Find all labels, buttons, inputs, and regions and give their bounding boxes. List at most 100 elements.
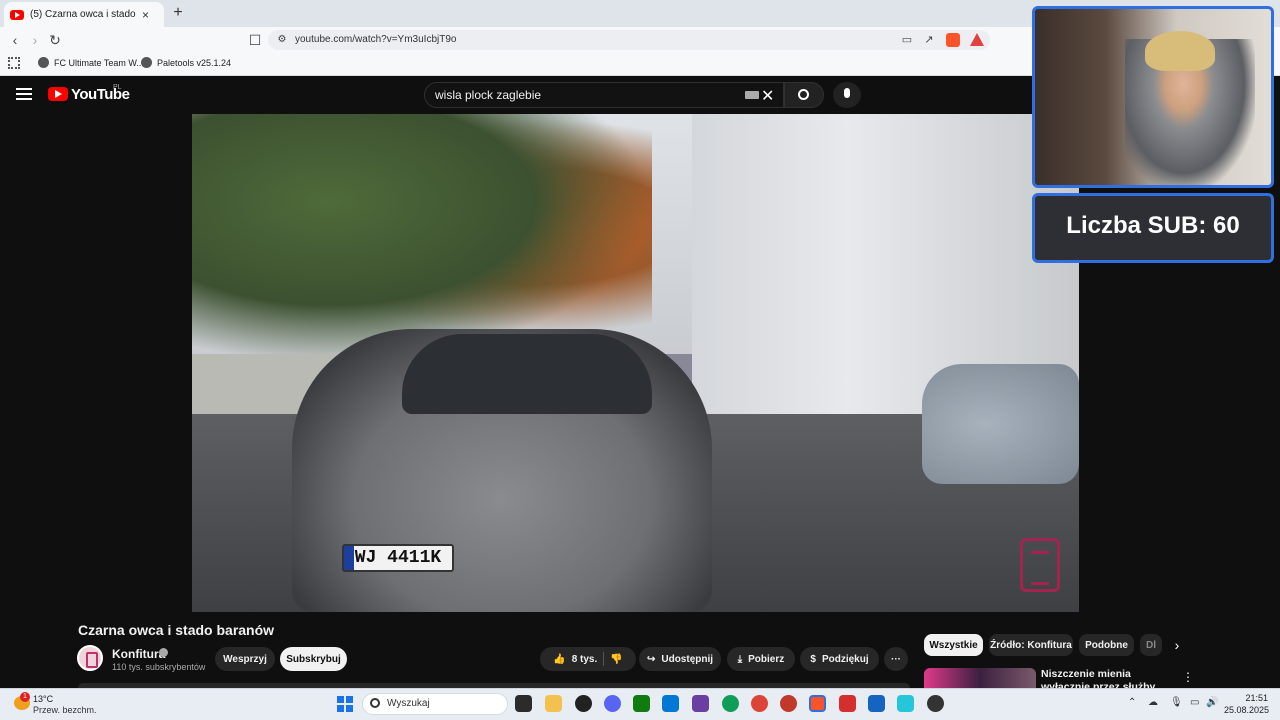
temperature: 13°C: [33, 694, 54, 704]
chip-source[interactable]: Źródło: Konfitura: [989, 634, 1073, 656]
volume-icon[interactable]: 🔊: [1206, 697, 1218, 708]
sub-counter-text: Liczba SUB: 60: [1066, 212, 1240, 239]
microphone-icon: [844, 88, 850, 98]
search-icon: [370, 698, 380, 708]
xbox-icon[interactable]: [633, 695, 650, 712]
clapper-app-icon[interactable]: [692, 695, 709, 712]
country-code: PL: [113, 84, 122, 91]
download-button[interactable]: ⤓ Pobierz: [727, 647, 795, 671]
webcam-overlay: [1032, 6, 1274, 188]
obs-icon[interactable]: [927, 695, 944, 712]
back-icon[interactable]: ‹: [6, 31, 24, 49]
like-dislike-group[interactable]: 👍 8 tys. 👎: [540, 647, 636, 671]
download-icon: ⤓: [737, 653, 743, 665]
opera-icon[interactable]: [780, 695, 797, 712]
share-label: Udostępnij: [661, 653, 714, 665]
subscriber-count: 110 tys. subskrybentów: [112, 662, 206, 672]
edge-icon[interactable]: [722, 695, 739, 712]
related-video-title[interactable]: Niszczenie mienia wyłącznie przez służby…: [1041, 668, 1171, 688]
license-plate: WJ 4411K: [342, 544, 454, 572]
verified-icon: [159, 648, 168, 657]
subscribe-button[interactable]: Subskrybuj: [280, 647, 347, 671]
channel-name[interactable]: Konfitura: [112, 647, 165, 661]
brave-alt-icon[interactable]: [839, 695, 856, 712]
url-text: youtube.com/watch?v=Ym3uIcbjT9o: [295, 34, 457, 45]
tab-title: (5) Czarna owca i stado baranów: [30, 9, 136, 20]
search-icon: [798, 89, 809, 100]
youtube-logo-icon[interactable]: [48, 87, 68, 101]
channel-avatar[interactable]: [77, 645, 103, 671]
tab-close-icon[interactable]: ×: [142, 8, 149, 22]
search-query: wisla plock zaglebie: [435, 88, 542, 102]
bookmark-label: Paletools v25.1.24: [157, 57, 232, 68]
forward-icon[interactable]: ›: [26, 31, 44, 49]
chevron-right-icon[interactable]: ›: [1168, 636, 1186, 654]
search-button[interactable]: [784, 82, 824, 108]
thanks-label: Podziękuj: [821, 653, 869, 665]
chip-similar[interactable]: Podobne: [1079, 634, 1134, 656]
license-plate-eu-strip: [344, 546, 354, 570]
menu-icon[interactable]: [16, 88, 32, 100]
new-tab-button[interactable]: +: [170, 4, 186, 22]
like-count: 8 tys.: [571, 653, 598, 665]
task-view-icon[interactable]: [515, 695, 532, 712]
brave-shield-icon[interactable]: [946, 33, 960, 47]
share-button[interactable]: ↪ Udostępnij: [639, 647, 721, 671]
chip-all[interactable]: Wszystkie: [924, 634, 983, 656]
microphone-icon[interactable]: 🎙: [1170, 697, 1183, 708]
bookmark-item[interactable]: FC Ultimate Team W...: [38, 57, 144, 68]
taskbar-search-placeholder: Wyszukaj: [387, 698, 430, 709]
app-icon[interactable]: [897, 695, 914, 712]
chrome-icon[interactable]: [751, 695, 768, 712]
like-divider: [603, 652, 605, 666]
support-button[interactable]: Wesprzyj: [215, 647, 275, 671]
reload-icon[interactable]: ↻: [46, 31, 64, 49]
video-title: Czarna owca i stado baranów: [78, 622, 275, 638]
more-actions-button[interactable]: ···: [884, 647, 908, 671]
browser-tab[interactable]: (5) Czarna owca i stado baranów ×: [4, 2, 164, 27]
discord-icon[interactable]: [604, 695, 621, 712]
app-icon[interactable]: [575, 695, 592, 712]
video-scene-trees: [192, 114, 652, 364]
brave-rewards-icon[interactable]: [970, 33, 984, 46]
clock-time[interactable]: 21:51: [1240, 693, 1268, 703]
globe-icon: [38, 57, 49, 68]
share-icon: ↪: [646, 653, 656, 665]
voice-search-button[interactable]: [833, 82, 861, 108]
weather-badge: 1: [20, 692, 30, 702]
like-icon[interactable]: 👍: [553, 654, 565, 665]
keyboard-icon[interactable]: [745, 91, 759, 99]
related-more-icon[interactable]: ⋮: [1182, 670, 1194, 684]
video-scene-parked-car: [922, 364, 1079, 484]
streamer-hair: [1145, 31, 1215, 71]
apps-grid-icon[interactable]: [8, 57, 20, 69]
bookmark-item[interactable]: Paletools v25.1.24: [141, 57, 231, 68]
chip-truncated[interactable]: Dl: [1140, 634, 1162, 656]
vscode-icon[interactable]: [662, 695, 679, 712]
globe-icon: [141, 57, 152, 68]
thanks-button[interactable]: $ Podziękuj: [800, 647, 879, 671]
chevron-up-icon[interactable]: ⌃: [1128, 697, 1136, 708]
thanks-icon: $: [810, 653, 816, 665]
cloud-icon[interactable]: ☁: [1148, 697, 1158, 708]
channel-watermark-icon[interactable]: [1020, 538, 1060, 592]
clock-date[interactable]: 25.08.2025: [1224, 705, 1269, 715]
related-video-thumbnail[interactable]: [924, 668, 1036, 688]
cast-icon[interactable]: ▭: [898, 31, 916, 49]
image-app-icon[interactable]: [868, 695, 885, 712]
video-player[interactable]: WJ 4411K: [192, 114, 1079, 612]
download-label: Pobierz: [748, 653, 785, 665]
bookmark-label: FC Ultimate Team W...: [54, 57, 144, 68]
dislike-icon[interactable]: 👎: [610, 654, 622, 665]
bookmark-icon[interactable]: ☐: [246, 31, 264, 49]
brave-icon[interactable]: [809, 695, 826, 712]
windows-start-icon[interactable]: [337, 696, 353, 712]
share-page-icon[interactable]: ↗: [920, 31, 938, 49]
file-explorer-icon[interactable]: [545, 695, 562, 712]
video-scene-windshield: [402, 334, 652, 414]
clear-search-icon[interactable]: ✕: [761, 86, 774, 106]
site-info-icon[interactable]: ⚙: [273, 31, 291, 49]
youtube-favicon-icon: [10, 9, 24, 20]
taskbar-search-input[interactable]: [362, 693, 508, 715]
network-icon[interactable]: ▭: [1190, 697, 1199, 708]
